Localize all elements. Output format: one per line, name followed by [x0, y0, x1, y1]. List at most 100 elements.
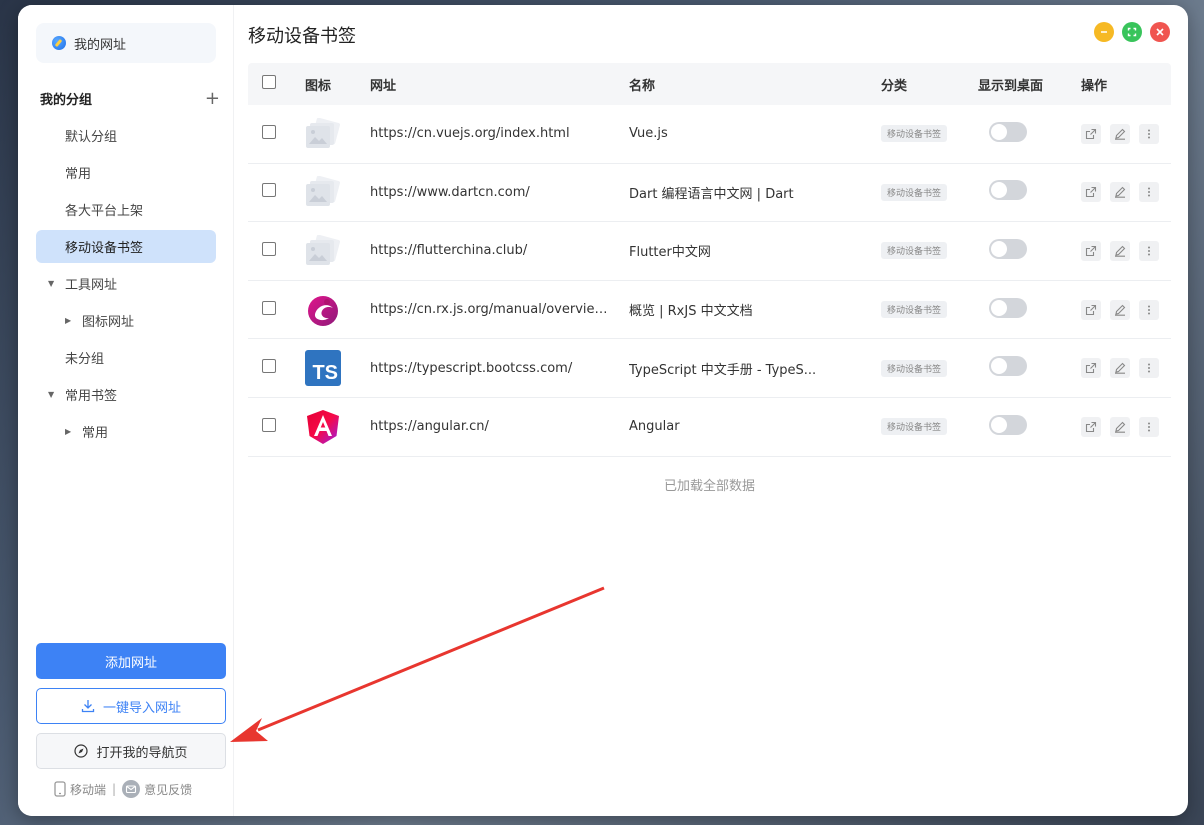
category-tag: 移动设备书签 [881, 242, 948, 260]
open-link-button[interactable] [1081, 182, 1101, 203]
pencil-icon [1115, 128, 1126, 140]
sidebar-item-icon-sites[interactable]: ▶ 图标网址 [36, 304, 216, 337]
caret-right-icon[interactable]: ▶ [65, 316, 73, 325]
sidebar-item-default-group[interactable]: 默认分组 [36, 119, 216, 152]
edit-button[interactable] [1110, 240, 1130, 261]
maximize-button[interactable] [1122, 22, 1142, 42]
table-row[interactable]: https://www.dartcn.com/ Dart 编程语言中文网 | D… [248, 164, 1171, 223]
import-urls-button[interactable]: 一键导入网址 [36, 688, 226, 724]
row-checkbox[interactable] [262, 124, 276, 139]
sidebar-item-ungrouped[interactable]: 未分组 [36, 341, 216, 374]
category-tag: 移动设备书签 [881, 125, 948, 143]
row-checkbox[interactable] [262, 183, 276, 198]
open-link-button[interactable] [1081, 240, 1101, 261]
category-tag: 移动设备书签 [881, 418, 948, 436]
sidebar-item-common-bookmarks[interactable]: ▼ 常用书签 [36, 378, 216, 411]
caret-down-icon[interactable]: ▼ [48, 390, 56, 399]
edit-button[interactable] [1110, 299, 1130, 320]
sidebar-item-platforms[interactable]: 各大平台上架 [36, 193, 216, 226]
mobile-phone-icon [54, 781, 66, 797]
caret-right-icon[interactable]: ▶ [65, 427, 73, 436]
row-url[interactable]: https://cn.vuejs.org/index.html [370, 126, 629, 141]
pencil-icon [1115, 187, 1126, 199]
add-url-label: 添加网址 [104, 655, 157, 671]
show-on-desktop-toggle[interactable] [989, 238, 1027, 259]
select-all-checkbox[interactable] [262, 75, 276, 89]
compass-icon [74, 744, 89, 758]
edit-button[interactable] [1110, 123, 1130, 144]
sidebar-item-mobile-bookmarks[interactable]: 移动设备书签 [36, 230, 216, 263]
sidebar-item-tools[interactable]: ▼ 工具网址 [36, 267, 216, 300]
table-row[interactable]: https://cn.vuejs.org/index.html Vue.js 移… [248, 105, 1171, 164]
show-on-desktop-toggle[interactable] [989, 297, 1027, 318]
table-row[interactable]: https://flutterchina.club/ Flutter中文网 移动… [248, 222, 1171, 281]
sidebar-item-label: 图标网址 [82, 315, 135, 330]
sidebar-item-label: 常用书签 [65, 389, 118, 404]
window-controls [1094, 22, 1170, 42]
image-placeholder-icon [305, 116, 341, 152]
sidebar-item-common[interactable]: 常用 [36, 156, 216, 189]
row-url[interactable]: https://angular.cn/ [370, 419, 629, 434]
close-button[interactable] [1150, 22, 1170, 42]
show-on-desktop-toggle[interactable] [989, 356, 1027, 377]
row-checkbox[interactable] [262, 417, 276, 432]
show-on-desktop-toggle[interactable] [989, 180, 1027, 201]
more-vertical-icon [1148, 187, 1150, 197]
row-name: Vue.js [629, 126, 668, 142]
open-link-button[interactable] [1081, 358, 1101, 379]
sidebar-item-label: 默认分组 [65, 130, 118, 145]
mobile-link[interactable]: 移动端 [70, 781, 106, 798]
edit-button[interactable] [1110, 358, 1130, 379]
table-row[interactable]: https://angular.cn/ Angular 移动设备书签 [248, 398, 1171, 457]
pencil-icon [1115, 245, 1126, 257]
group-title: 我的分组 [40, 93, 93, 108]
table-row[interactable]: https://cn.rx.js.org/manual/overview... … [248, 281, 1171, 340]
row-url[interactable]: https://flutterchina.club/ [370, 243, 629, 258]
row-checkbox[interactable] [262, 300, 276, 315]
column-header-url: 网址 [370, 78, 397, 94]
minimize-button[interactable] [1094, 22, 1114, 42]
add-group-icon[interactable]: + [205, 89, 220, 108]
show-on-desktop-toggle[interactable] [989, 121, 1027, 142]
row-url[interactable]: https://cn.rx.js.org/manual/overview... [370, 302, 629, 317]
my-sites-label: 我的网址 [74, 37, 127, 53]
more-button[interactable] [1139, 240, 1159, 261]
edit-button[interactable] [1110, 182, 1130, 203]
footer-links: 移动端 | 意见反馈 [54, 780, 192, 798]
table-header: 图标 网址 名称 分类 显示到桌面 操作 [248, 63, 1171, 105]
more-button[interactable] [1139, 182, 1159, 203]
mail-icon [122, 780, 141, 798]
more-button[interactable] [1139, 299, 1159, 320]
show-on-desktop-toggle[interactable] [989, 414, 1027, 435]
row-checkbox[interactable] [262, 359, 276, 374]
pencil-icon [1115, 421, 1126, 433]
column-header-actions: 操作 [1081, 78, 1108, 94]
more-vertical-icon [1148, 305, 1150, 315]
feedback-link[interactable]: 意见反馈 [144, 781, 192, 798]
more-button[interactable] [1139, 416, 1159, 437]
edit-button[interactable] [1110, 416, 1130, 437]
row-name: Flutter中文网 [629, 245, 711, 261]
sidebar-item-common-sub[interactable]: ▶ 常用 [36, 415, 216, 448]
add-url-button[interactable]: 添加网址 [36, 643, 226, 679]
caret-down-icon[interactable]: ▼ [48, 279, 56, 288]
row-name: Angular [629, 419, 680, 435]
my-sites-card[interactable]: 我的网址 [36, 23, 216, 63]
rxjs-logo-icon [305, 292, 341, 328]
all-loaded-text: 已加载全部数据 [663, 479, 755, 494]
more-vertical-icon [1148, 363, 1150, 373]
more-button[interactable] [1139, 358, 1159, 379]
row-url[interactable]: https://www.dartcn.com/ [370, 185, 629, 200]
app-window: 我的网址 我的分组 + 默认分组 常用 各大平台上架 移动设备书签 ▼ 工具网址 [18, 5, 1188, 816]
more-button[interactable] [1139, 123, 1159, 144]
open-link-button[interactable] [1081, 416, 1101, 437]
angular-logo-icon [305, 409, 341, 445]
table-row[interactable]: TS https://typescript.bootcss.com/ TypeS… [248, 339, 1171, 398]
open-link-button[interactable] [1081, 299, 1101, 320]
row-url[interactable]: https://typescript.bootcss.com/ [370, 361, 629, 376]
image-placeholder-icon [305, 233, 341, 269]
column-header-desktop: 显示到桌面 [978, 78, 1044, 94]
open-nav-page-button[interactable]: 打开我的导航页 [36, 733, 226, 769]
row-checkbox[interactable] [262, 241, 276, 256]
open-link-button[interactable] [1081, 123, 1101, 144]
